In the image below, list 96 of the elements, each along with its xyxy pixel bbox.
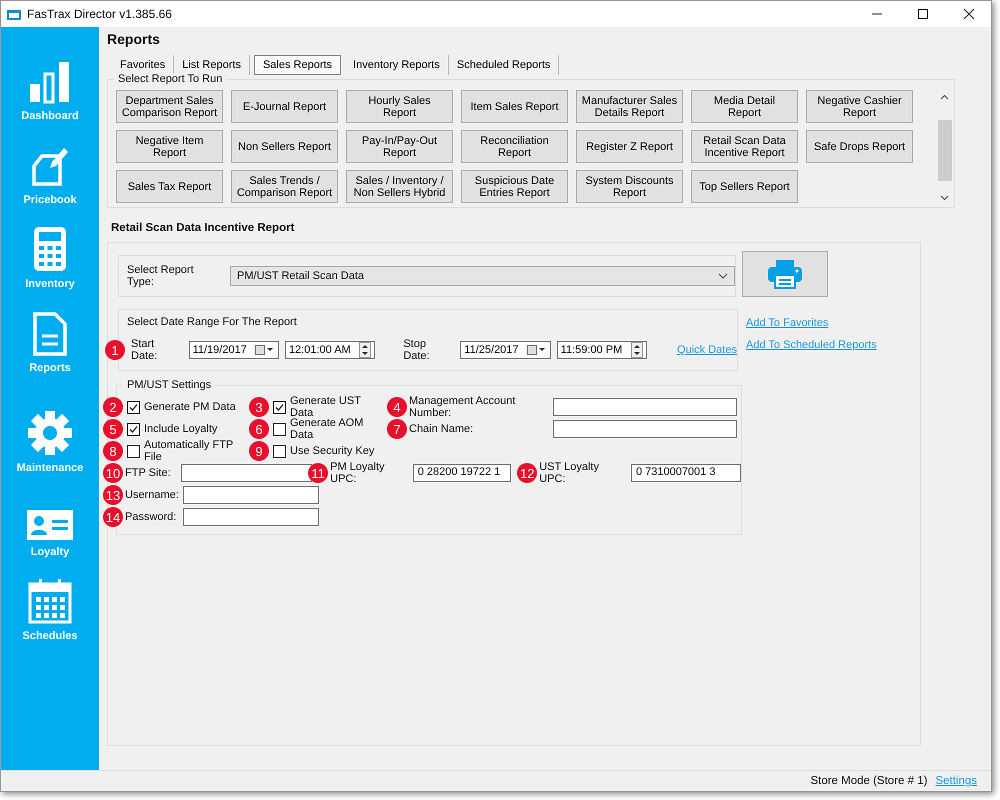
report-button[interactable]: Safe Drops Report [806,130,913,163]
field-label: Start Date: [131,338,158,362]
time-spinner[interactable]: 12:01:00 AM [284,341,376,359]
report-button[interactable]: System Discounts Report [576,170,683,203]
chevron-down-icon [718,273,728,279]
callout-badge: 13 [103,485,123,505]
input-field[interactable] [183,508,319,526]
callout-badge: 14 [103,507,123,527]
report-button[interactable]: Register Z Report [576,130,683,163]
calendar-dropdown-icon [254,345,275,355]
store-mode-text: Store Mode (Store # 1) [810,775,928,787]
input-field[interactable] [553,398,737,416]
report-button[interactable]: Manufacturer Sales Details Report [576,90,683,123]
callout-badge: 12 [517,463,538,483]
report-button[interactable]: Reconciliation Report [461,130,568,163]
report-button[interactable]: Negative Cashier Report [806,90,913,123]
calendar-icon [28,578,72,624]
checkbox-label[interactable]: Include Loyalty [144,423,218,435]
field-label: Stop Date: [403,338,431,362]
document-icon [33,312,67,356]
report-button[interactable]: Retail Scan Data Incentive Report [691,130,798,163]
tab[interactable]: Sales Reports [254,55,342,75]
field-label: FTP Site: [125,467,172,479]
field-label: Chain Name: [409,423,474,435]
section-title: Retail Scan Data Incentive Report [111,222,296,236]
callout-badge: 4 [387,397,407,417]
callout-badge: 2 [103,397,123,417]
panel-heading: Select Date Range For The Report [126,316,298,328]
date-picker[interactable]: 11/19/2017 [188,341,279,359]
checkbox-label[interactable]: Use Security Key [290,445,374,457]
input-field[interactable] [553,420,737,438]
calendar-dropdown-icon [526,345,547,355]
report-button[interactable]: Sales / Inventory / Non Sellers Hybrid [346,170,453,203]
app-logo-icon [7,8,21,20]
report-type-dropdown[interactable]: PM/UST Retail Scan Data [230,266,735,286]
bar-chart-icon [28,60,72,104]
spinner-arrows-icon [359,342,372,358]
input-field[interactable]: 0 7310007001 3 [630,464,742,482]
report-button[interactable]: Pay-In/Pay-Out Report [346,130,453,163]
scroll-up-icon[interactable] [940,94,949,100]
spinner-arrows-icon [631,342,644,358]
checkbox[interactable] [127,400,140,414]
report-button[interactable]: E-Journal Report [231,90,338,123]
scroll-down-icon[interactable] [940,195,949,201]
group-legend: PM/UST Settings [123,379,216,391]
field-label: Password: [125,511,178,523]
callout-badge: 5 [103,419,123,439]
input-field[interactable] [183,486,319,504]
report-button[interactable]: Negative Item Report [116,130,223,163]
field-label: UST Loyalty UPC: [539,461,600,485]
callout-badge: 3 [249,397,269,417]
callout-badge: 10 [103,463,123,483]
printer-icon [767,259,803,289]
checkbox[interactable] [273,444,286,458]
field-label: PM Loyalty UPC: [330,461,386,485]
field-label: Username: [125,489,180,501]
checkbox[interactable] [273,400,286,414]
report-button[interactable]: Non Sellers Report [231,130,338,163]
report-button[interactable]: Sales Trends / Comparison Report [231,170,338,203]
checkbox-label[interactable]: Generate UST Data [290,395,385,419]
report-button[interactable]: Item Sales Report [461,90,568,123]
maximize-icon[interactable] [917,8,929,20]
checkbox[interactable] [273,422,286,436]
print-button[interactable] [742,251,828,297]
date-picker[interactable]: 11/25/2017 [460,341,551,359]
close-icon[interactable] [963,8,975,20]
callout-badge: 6 [249,419,269,439]
checkbox-label[interactable]: Generate AOM Data [290,417,385,441]
field-label: Select Report Type: [127,264,195,288]
checkbox[interactable] [127,422,140,436]
report-button[interactable]: Top Sellers Report [691,170,798,203]
callout-badge: 9 [249,441,269,461]
report-button[interactable]: Media Detail Report [691,90,798,123]
callout-badge: 8 [103,441,123,461]
callout-badge: 1 [105,340,125,360]
checkbox[interactable] [127,444,140,458]
input-field[interactable]: 0 28200 19722 1 [412,464,512,482]
field-label: Management Account Number: [409,395,516,419]
calculator-icon [32,226,67,272]
time-spinner[interactable]: 11:59:00 PM [556,341,648,359]
report-button[interactable]: Sales Tax Report [116,170,223,203]
report-button[interactable]: Department Sales Comparison Report [116,90,223,123]
checkbox-label[interactable]: Generate PM Data [144,401,236,413]
id-card-icon [27,510,73,540]
checkbox-label[interactable]: Automatically FTP File [144,439,247,463]
group-legend: Select Report To Run [114,73,226,85]
input-field[interactable] [180,464,312,482]
callout-badge: 7 [387,419,407,439]
report-button[interactable]: Suspicious Date Entries Report [461,170,568,203]
settings-gear-icon [26,410,73,456]
page-title: Reports [107,31,161,49]
tab[interactable]: Inventory Reports [345,55,449,75]
window-title: FasTrax Director v1.385.66 [27,7,172,21]
report-button[interactable]: Hourly Sales Report [346,90,453,123]
callout-badge: 11 [308,463,328,483]
tab[interactable]: Scheduled Reports [448,55,560,75]
